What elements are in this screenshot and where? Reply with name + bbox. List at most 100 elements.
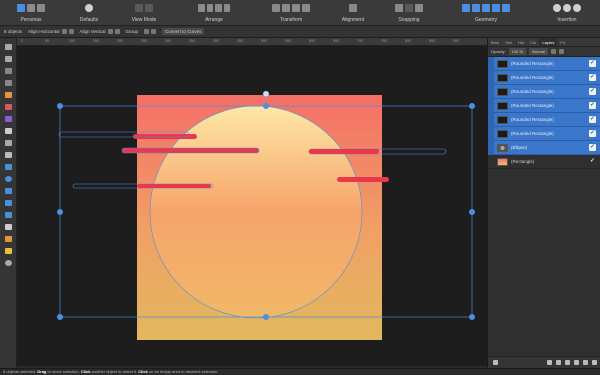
rotation-handle[interactable] bbox=[262, 90, 270, 98]
layer-expander[interactable] bbox=[488, 84, 494, 99]
view-mode-outline-icon[interactable] bbox=[145, 4, 153, 12]
designer-persona-icon[interactable] bbox=[17, 4, 25, 12]
group-icon[interactable] bbox=[574, 360, 579, 365]
layer-expander[interactable] bbox=[488, 70, 494, 85]
space-icon[interactable] bbox=[151, 29, 157, 34]
snapping-options-icon[interactable] bbox=[415, 4, 423, 12]
pencil-tool-icon[interactable] bbox=[5, 80, 12, 86]
new-layer-icon[interactable] bbox=[583, 360, 588, 365]
arrange-back-icon[interactable] bbox=[198, 4, 205, 12]
gear-icon[interactable] bbox=[558, 49, 564, 54]
align-vertical-control[interactable]: Align Vertical bbox=[80, 29, 120, 34]
stripe-rounded-rectangle[interactable] bbox=[122, 148, 259, 153]
tab-history[interactable]: Hst bbox=[515, 38, 527, 46]
selection-handle[interactable] bbox=[263, 103, 269, 109]
visibility-checkbox[interactable]: ✓ bbox=[589, 158, 596, 165]
lock-icon[interactable] bbox=[550, 49, 556, 54]
mask-icon[interactable] bbox=[547, 360, 552, 365]
layer-item[interactable]: (Rounded Rectangle) ✓ bbox=[488, 112, 600, 127]
flip-vertical-icon[interactable] bbox=[282, 4, 290, 12]
arrange-backward-icon[interactable] bbox=[206, 4, 213, 12]
pen-tool-icon[interactable] bbox=[5, 68, 12, 74]
insertion-group[interactable]: Insertion bbox=[542, 2, 592, 24]
rectangle-tool-icon[interactable] bbox=[5, 164, 12, 170]
stripe-rounded-rectangle[interactable] bbox=[309, 149, 379, 154]
visibility-checkbox[interactable]: ✓ bbox=[589, 74, 596, 81]
arrange-forward-icon[interactable] bbox=[215, 4, 222, 12]
fx-icon[interactable] bbox=[565, 360, 570, 365]
layer-item[interactable]: (Rounded Rectangle) ✓ bbox=[488, 84, 600, 99]
rotate-left-icon[interactable] bbox=[292, 4, 300, 12]
convert-to-curves-button[interactable]: Convert to Curves bbox=[162, 28, 205, 35]
insert-top-icon[interactable] bbox=[563, 4, 571, 12]
fill-tool-icon[interactable] bbox=[5, 104, 12, 110]
divide-geometry-icon[interactable] bbox=[502, 4, 510, 12]
align-vertical-icon[interactable] bbox=[107, 29, 113, 34]
trash-icon[interactable] bbox=[592, 360, 597, 365]
distribute-icon[interactable] bbox=[144, 29, 150, 34]
snapping-magnet-icon[interactable] bbox=[395, 4, 403, 12]
selection-handle[interactable] bbox=[57, 103, 63, 109]
visibility-checkbox[interactable]: ✓ bbox=[589, 88, 596, 95]
rotate-right-icon[interactable] bbox=[302, 4, 310, 12]
shape-tool-icon[interactable] bbox=[5, 212, 12, 218]
stripe-rounded-rectangle[interactable] bbox=[133, 134, 197, 139]
layer-expander[interactable] bbox=[488, 140, 494, 155]
gradient-tool-icon[interactable] bbox=[5, 128, 12, 134]
visibility-checkbox[interactable]: ✓ bbox=[589, 60, 596, 67]
selection-handle[interactable] bbox=[469, 209, 475, 215]
insert-behind-icon[interactable] bbox=[553, 4, 561, 12]
selection-handle[interactable] bbox=[469, 314, 475, 320]
flip-horizontal-icon[interactable] bbox=[272, 4, 280, 12]
transparency-tool-icon[interactable] bbox=[5, 140, 12, 146]
visibility-checkbox[interactable]: ✓ bbox=[589, 144, 596, 151]
adjustment-icon[interactable] bbox=[556, 360, 561, 365]
tab-swatches[interactable]: Swt bbox=[502, 38, 515, 46]
subtract-geometry-icon[interactable] bbox=[472, 4, 480, 12]
layer-expander[interactable] bbox=[488, 126, 494, 141]
layer-item[interactable]: (Rounded Rectangle) ✓ bbox=[488, 98, 600, 113]
triangle-tool-icon[interactable] bbox=[5, 200, 12, 206]
snapping-group[interactable]: Snapping bbox=[385, 2, 433, 24]
arrange-front-icon[interactable] bbox=[223, 4, 230, 12]
tab-layers[interactable]: Layers bbox=[539, 38, 558, 46]
document-canvas[interactable] bbox=[17, 46, 487, 366]
crop-tool-icon[interactable] bbox=[5, 152, 12, 158]
rounded-rectangle-tool-icon[interactable] bbox=[5, 188, 12, 194]
align-horizontal-icon[interactable] bbox=[61, 29, 67, 34]
move-tool-icon[interactable] bbox=[5, 44, 12, 50]
hand-tool-icon[interactable] bbox=[5, 248, 12, 254]
artwork-svg[interactable] bbox=[17, 46, 487, 366]
view-mode-vector-icon[interactable] bbox=[135, 4, 143, 12]
layer-item[interactable]: (Rounded Rectangle) ✓ bbox=[488, 126, 600, 141]
intersect-geometry-icon[interactable] bbox=[482, 4, 490, 12]
tab-brushes[interactable]: Brsh bbox=[488, 38, 502, 46]
zoom-tool-icon[interactable] bbox=[5, 260, 12, 266]
layer-expander[interactable] bbox=[488, 56, 494, 71]
add-geometry-icon[interactable] bbox=[462, 4, 470, 12]
blend-mode-select[interactable]: Normal bbox=[529, 48, 548, 55]
xor-geometry-icon[interactable] bbox=[492, 4, 500, 12]
tab-effects[interactable]: FX bbox=[557, 38, 568, 46]
layer-item[interactable]: (Rectangle) ✓ bbox=[488, 155, 600, 169]
group-button[interactable]: Group bbox=[126, 29, 139, 34]
align-horizontal-control[interactable]: Align Horizontal bbox=[28, 29, 74, 34]
layer-item[interactable]: (Rounded Rectangle) ✓ bbox=[488, 70, 600, 85]
align-middle-icon[interactable] bbox=[114, 29, 120, 34]
layer-expander[interactable] bbox=[488, 155, 494, 169]
defaults-group[interactable]: Defaults bbox=[78, 2, 100, 24]
distribute-controls[interactable] bbox=[144, 29, 157, 34]
visibility-checkbox[interactable]: ✓ bbox=[589, 130, 596, 137]
geometry-group[interactable]: Geometry bbox=[450, 2, 522, 24]
visibility-checkbox[interactable]: ✓ bbox=[589, 102, 596, 109]
insert-inside-icon[interactable] bbox=[573, 4, 581, 12]
layer-expander[interactable] bbox=[488, 112, 494, 127]
selection-handle[interactable] bbox=[57, 209, 63, 215]
layer-expander[interactable] bbox=[488, 98, 494, 113]
eyedropper-tool-icon[interactable] bbox=[5, 236, 12, 242]
opacity-field[interactable]: 100 % bbox=[508, 48, 527, 55]
view-mode-group[interactable]: View Mode bbox=[128, 2, 160, 24]
layer-item[interactable]: (Ellipse) ✓ bbox=[488, 140, 600, 155]
alignment-group[interactable]: Alignment bbox=[338, 2, 368, 24]
ellipse-tool-icon[interactable] bbox=[5, 176, 12, 182]
